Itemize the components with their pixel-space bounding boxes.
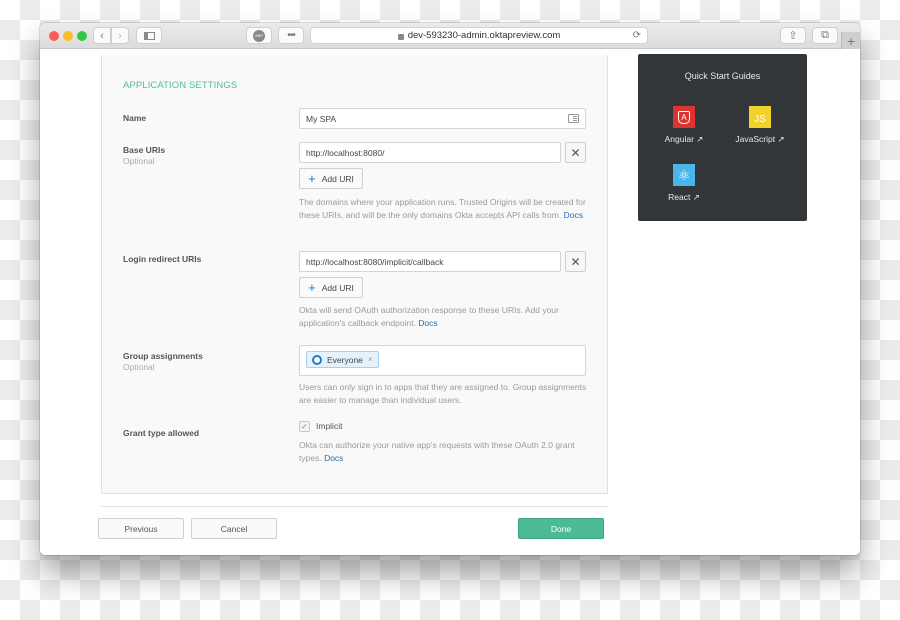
group-assignments-help-text: Users can only sign in to apps that they… (299, 382, 587, 405)
quick-start-react[interactable]: ⚛ React ↗ (644, 164, 724, 203)
group-assignments-input[interactable]: Everyone × (299, 345, 586, 376)
group-assignments-help: Users can only sign in to apps that they… (299, 381, 589, 407)
reload-icon[interactable]: ⟳ (633, 30, 641, 41)
section-title: APPLICATION SETTINGS (123, 80, 238, 91)
share-icon: ⇧ (788, 30, 798, 42)
quick-start-javascript[interactable]: JS JavaScript ↗ (720, 106, 800, 145)
previous-button[interactable]: Previous (98, 518, 184, 539)
quick-start-angular[interactable]: A Angular ↗ (644, 106, 724, 145)
contact-card-icon (568, 114, 579, 123)
base-uris-docs-link[interactable]: Docs (564, 210, 583, 220)
quick-start-title: Quick Start Guides (684, 71, 761, 81)
done-button[interactable]: Done (518, 518, 604, 539)
name-value: My SPA (306, 113, 337, 124)
name-input[interactable]: My SPA (299, 108, 586, 129)
group-chip-everyone: Everyone × (306, 351, 379, 368)
group-assignments-label: Group assignments (123, 351, 203, 361)
chevron-left-icon: ‹ (100, 29, 104, 42)
new-tab-button[interactable]: + (841, 32, 860, 49)
base-uris-help-text: The domains where your application runs.… (299, 197, 586, 220)
adblock-icon: ABP (253, 29, 265, 42)
login-redirect-input[interactable]: http://localhost:8080/implicit/callback (299, 251, 561, 272)
sidebar-icon (143, 31, 155, 40)
share-button[interactable]: ⇧ (780, 27, 806, 44)
lock-icon (397, 33, 404, 40)
base-uris-label: Base URIs (123, 145, 166, 155)
group-assignments-optional: Optional (123, 362, 155, 372)
group-icon (312, 354, 322, 365)
plus-icon: + (308, 171, 316, 186)
browser-toolbar: ‹ › ABP ••• dev-593230-admin.oktapreview… (40, 23, 860, 49)
remove-base-uri-button[interactable]: ✕ (565, 142, 586, 163)
checkmark-icon: ✓ (301, 422, 308, 431)
back-button[interactable]: ‹ (93, 27, 111, 44)
add-uri-label: Add URI (321, 173, 354, 184)
sidebar-toggle-button[interactable] (136, 27, 162, 44)
remove-group-icon[interactable]: × (368, 355, 373, 364)
react-label: React ↗ (668, 192, 700, 202)
add-base-uri-button[interactable]: + Add URI (299, 168, 363, 189)
address-bar[interactable]: dev-593230-admin.oktapreview.com ⟳ (310, 27, 648, 44)
login-redirect-value: http://localhost:8080/implicit/callback (306, 256, 444, 267)
plus-icon: + (308, 280, 316, 295)
angular-icon: A (673, 106, 695, 128)
extensions-button[interactable]: ••• (278, 27, 304, 44)
angular-label: Angular ↗ (664, 134, 704, 144)
page-content: APPLICATION SETTINGS Name My SPA Base UR… (40, 50, 860, 555)
login-redirect-docs-link[interactable]: Docs (418, 318, 437, 328)
cancel-button[interactable]: Cancel (191, 518, 277, 539)
quick-start-guides: Quick Start Guides A Angular ↗ JS JavaSc… (638, 54, 807, 221)
add-login-redirect-button[interactable]: + Add URI (299, 277, 363, 298)
application-settings-panel: APPLICATION SETTINGS Name My SPA Base UR… (101, 55, 608, 494)
login-redirect-label: Login redirect URIs (123, 254, 202, 264)
react-icon: ⚛ (673, 164, 695, 186)
footer-divider (101, 506, 608, 507)
base-uris-optional: Optional (123, 156, 155, 166)
url-text: dev-593230-admin.oktapreview.com (407, 30, 561, 41)
add-uri-label: Add URI (321, 282, 354, 293)
implicit-checkbox[interactable]: ✓ (299, 421, 310, 432)
browser-window: ‹ › ABP ••• dev-593230-admin.oktapreview… (40, 23, 860, 555)
javascript-icon: JS (749, 106, 771, 128)
name-label: Name (123, 113, 147, 123)
minimize-window-button[interactable] (63, 31, 73, 41)
tabs-icon: ⧉ (821, 29, 829, 41)
base-uris-help: The domains where your application runs.… (299, 196, 589, 222)
chevron-right-icon: › (118, 29, 122, 42)
close-icon: ✕ (570, 254, 581, 269)
javascript-label: JavaScript ↗ (735, 134, 785, 144)
implicit-label: Implicit (316, 421, 343, 431)
plus-icon: + (846, 32, 856, 49)
grant-type-docs-link[interactable]: Docs (324, 453, 343, 463)
adblock-button[interactable]: ABP (246, 27, 272, 44)
close-window-button[interactable] (49, 31, 59, 41)
more-icon: ••• (287, 30, 295, 41)
show-tabs-button[interactable]: ⧉ (812, 27, 838, 44)
base-uri-input[interactable]: http://localhost:8080/ (299, 142, 561, 163)
forward-button[interactable]: › (111, 27, 129, 44)
close-icon: ✕ (570, 145, 581, 160)
grant-type-help: Okta can authorize your native app's req… (299, 439, 589, 465)
login-redirect-help: Okta will send OAuth authorization respo… (299, 304, 589, 330)
zoom-window-button[interactable] (77, 31, 87, 41)
group-chip-label: Everyone (327, 354, 363, 365)
remove-login-redirect-button[interactable]: ✕ (565, 251, 586, 272)
base-uri-value: http://localhost:8080/ (306, 147, 385, 158)
grant-type-label: Grant type allowed (123, 428, 200, 438)
